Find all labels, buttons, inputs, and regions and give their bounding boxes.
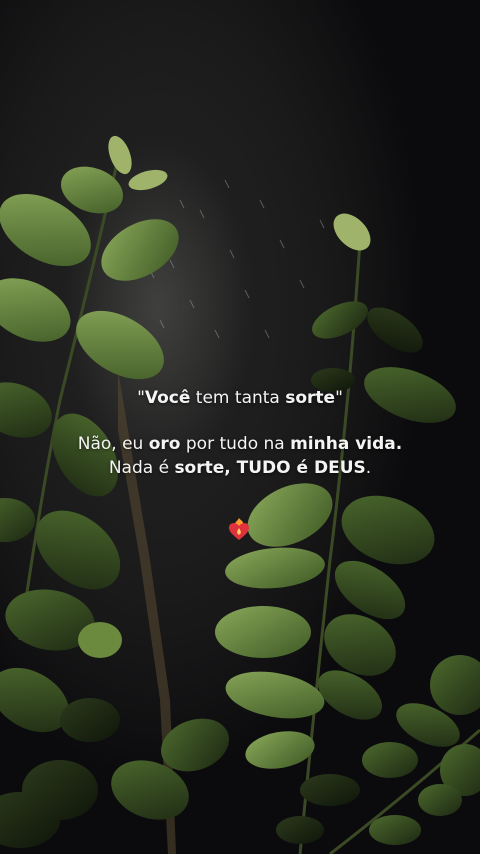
- quote-word-voce: Você: [144, 388, 191, 408]
- quote-text: Não, eu: [77, 434, 149, 454]
- quote-word-oro: oro: [148, 434, 181, 454]
- heart-on-fire-icon: [229, 518, 249, 540]
- quote-word-minha-vida: minha vida.: [290, 434, 403, 454]
- quote-line-2: Não, eu oro por tudo na minha vida.: [0, 432, 480, 456]
- quote-open-mark: ": [137, 388, 145, 408]
- quote-line-1: "Você tem tanta sorte": [0, 386, 480, 410]
- quote-period: .: [365, 458, 372, 478]
- quote-text: Nada é: [108, 458, 175, 478]
- quote-word-sorte: sorte: [285, 388, 336, 408]
- quote-word-tudo-e-deus: sorte, TUDO é DEUS: [174, 458, 366, 478]
- quote-text: tem tanta: [190, 388, 286, 408]
- quote-caption: "Você tem tanta sorte" Não, eu oro por t…: [0, 386, 480, 480]
- quote-line-3: Nada é sorte, TUDO é DEUS.: [0, 456, 480, 480]
- quote-close-mark: ": [335, 388, 343, 408]
- quote-text: por tudo na: [180, 434, 291, 454]
